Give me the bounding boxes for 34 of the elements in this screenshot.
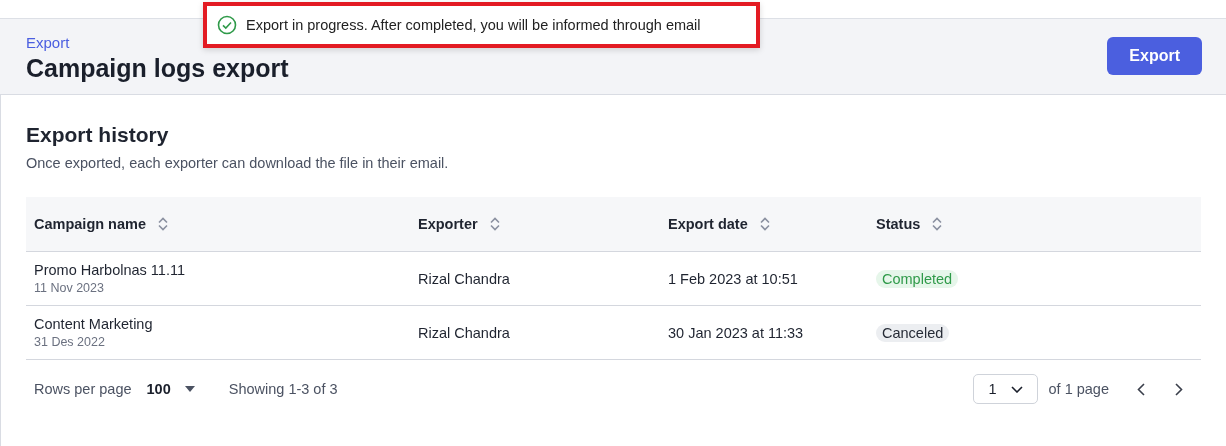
page-select[interactable]: 1	[973, 374, 1038, 404]
status-badge: Completed	[876, 269, 959, 288]
sort-icon[interactable]	[158, 217, 168, 231]
check-circle-icon	[217, 15, 237, 35]
showing-count: Showing 1-3 of 3	[228, 381, 338, 397]
breadcrumb-link[interactable]: Export	[26, 34, 70, 51]
previous-page-icon[interactable]	[1137, 382, 1145, 396]
campaign-date: 31 Des 2022	[34, 335, 106, 349]
export-date: 30 Jan 2023 at 11:33	[668, 324, 804, 341]
sort-icon[interactable]	[932, 217, 943, 231]
page-count: of 1 page	[1048, 381, 1109, 397]
sort-icon[interactable]	[759, 217, 770, 231]
campaign-date: 11 Nov 2023	[34, 281, 105, 295]
rows-per-page-label: Rows per page	[34, 381, 132, 397]
rows-per-page-value[interactable]: 100	[146, 381, 171, 397]
column-header: Exporter	[418, 216, 478, 232]
sort-icon[interactable]	[489, 217, 500, 231]
column-header: Campaign name	[34, 216, 146, 232]
page-title: Campaign logs export	[26, 54, 289, 83]
export-button[interactable]: Export	[1107, 36, 1202, 75]
campaign-name: Content Marketing	[34, 316, 153, 332]
campaign-name: Promo Harbolnas 11.11	[34, 262, 185, 278]
toast-message: Export in progress. After completed, you will be informed through email	[246, 17, 701, 33]
section-title: Export history	[26, 123, 170, 147]
column-header: Export date	[668, 216, 748, 232]
section-description: Once exported, each exporter can download the file in their email.	[26, 155, 450, 171]
status-badge: Canceled	[876, 323, 950, 342]
column-header: Status	[876, 216, 921, 232]
exporter-name: Rizal Chandra	[418, 270, 510, 287]
export-date: 1 Feb 2023 at 10:51	[668, 270, 798, 287]
chevron-down-icon	[1010, 385, 1023, 393]
next-page-icon[interactable]	[1175, 382, 1183, 396]
exporter-name: Rizal Chandra	[418, 324, 510, 341]
dropdown-caret-icon[interactable]	[184, 386, 195, 392]
